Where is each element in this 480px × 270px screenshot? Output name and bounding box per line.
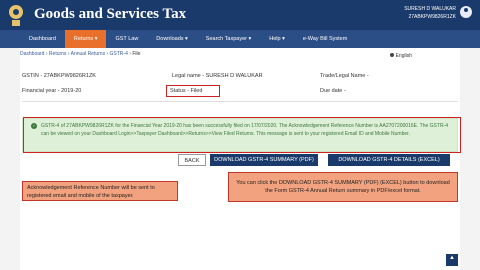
due-date-label: Due date - [320, 88, 346, 94]
ack-callout: Acknowledgement Reference Number will be… [22, 181, 178, 201]
main-nav: Dashboard Returns ▾ GST Law Downloads ▾ … [0, 30, 480, 48]
breadcrumb-returns[interactable]: Returns [49, 51, 67, 57]
status-label: Status - Filed [166, 85, 220, 97]
language-icon [389, 53, 394, 57]
download-details-button[interactable]: DOWNLOAD GSTR-4 DETAILS (EXCEL) [328, 154, 450, 166]
financial-year-label: Financial year - 2019-20 [22, 88, 82, 94]
breadcrumb-dashboard[interactable]: Dashboard [20, 51, 44, 57]
nav-help[interactable]: Help ▾ [260, 30, 294, 48]
back-button[interactable]: BACK [178, 154, 206, 166]
site-title: Goods and Services Tax [34, 6, 187, 22]
user-avatar-icon[interactable] [460, 6, 472, 18]
download-callout: You can click the DOWNLOAD GSTR-4 SUMMAR… [228, 172, 458, 202]
legal-name-label: Legal name - SURESH D WALUKAR [172, 73, 263, 79]
nav-downloads[interactable]: Downloads ▾ [147, 30, 197, 48]
nav-returns[interactable]: Returns ▾ [64, 30, 107, 48]
alert-message: GSTR-4 of 27ABKPW9826R1ZK for the Financ… [41, 123, 448, 137]
content-card: Dashboard › Returns › Annual Returns › G… [20, 48, 461, 270]
success-alert: ✓ GSTR-4 of 27ABKPW9826R1ZK for the Fina… [22, 117, 461, 153]
emblem-icon [9, 5, 23, 26]
breadcrumb-gstr4[interactable]: GSTR-4 [110, 51, 128, 57]
breadcrumb-annual-returns[interactable]: Annual Returns [71, 51, 105, 57]
site-header: Goods and Services Tax SURESH D WALUKAR … [0, 0, 480, 30]
user-name: SURESH D WALUKAR [404, 6, 456, 12]
nav-eway-bill[interactable]: e-Way Bill System [294, 30, 356, 48]
breadcrumb: Dashboard › Returns › Annual Returns › G… [20, 51, 141, 57]
user-info[interactable]: SURESH D WALUKAR 27ABKPW9826R1ZK [404, 5, 456, 21]
download-summary-button[interactable]: DOWNLOAD GSTR-4 SUMMARY (PDF) [210, 154, 318, 166]
nav-gst-law[interactable]: GST Law [106, 30, 147, 48]
check-icon: ✓ [31, 123, 37, 129]
scroll-top-icon[interactable] [446, 254, 458, 266]
user-gstin: 27ABKPW9826R1ZK [408, 14, 456, 20]
language-label: English [395, 53, 412, 59]
trade-name-label: Trade/Legal Name - [320, 73, 369, 79]
gstin-label: GSTIN - 27ABKPW9826R1ZK [22, 73, 96, 79]
nav-search-taxpayer[interactable]: Search Taxpayer ▾ [197, 30, 260, 48]
nav-dashboard[interactable]: Dashboard [20, 30, 65, 48]
breadcrumb-current: File [132, 51, 141, 57]
language-selector[interactable]: English [389, 53, 412, 59]
